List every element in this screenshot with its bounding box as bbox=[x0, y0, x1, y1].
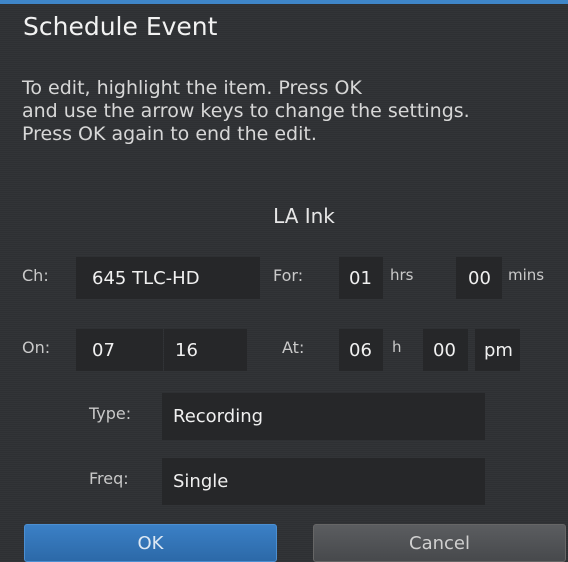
duration-hours-field[interactable]: 01 bbox=[339, 257, 383, 299]
schedule-event-dialog: Schedule Event To edit, highlight the it… bbox=[0, 4, 568, 562]
ok-button[interactable]: OK bbox=[24, 524, 277, 562]
minute-field[interactable]: 00 bbox=[423, 329, 468, 371]
type-field[interactable]: Recording bbox=[162, 393, 485, 440]
program-name: LA Ink bbox=[273, 204, 335, 228]
cancel-button-label: Cancel bbox=[409, 532, 470, 554]
ok-button-label: OK bbox=[137, 532, 164, 554]
duration-minutes-value: 00 bbox=[468, 267, 491, 289]
instruction-line: To edit, highlight the item. Press OK bbox=[22, 77, 362, 99]
cancel-button[interactable]: Cancel bbox=[313, 524, 566, 562]
minutes-unit: mins bbox=[508, 266, 545, 284]
for-label: For: bbox=[273, 266, 304, 285]
freq-field[interactable]: Single bbox=[162, 458, 485, 505]
on-label: On: bbox=[22, 338, 51, 357]
instruction-line: Press OK again to end the edit. bbox=[22, 123, 317, 145]
channel-field[interactable]: 645 TLC-HD bbox=[76, 257, 260, 299]
month-field[interactable]: 07 bbox=[76, 329, 163, 371]
month-value: 07 bbox=[92, 339, 115, 361]
freq-label: Freq: bbox=[89, 469, 129, 488]
type-value: Recording bbox=[173, 406, 264, 427]
duration-minutes-field[interactable]: 00 bbox=[456, 257, 502, 299]
instructions-text: To edit, highlight the item. Press OK an… bbox=[22, 77, 562, 146]
day-value: 16 bbox=[175, 339, 198, 361]
hour-unit: h bbox=[392, 338, 402, 356]
ampm-field[interactable]: pm bbox=[475, 329, 520, 371]
day-field[interactable]: 16 bbox=[164, 329, 247, 371]
hour-field[interactable]: 06 bbox=[339, 329, 383, 371]
type-label: Type: bbox=[89, 404, 132, 423]
duration-hours-value: 01 bbox=[349, 267, 372, 289]
at-label: At: bbox=[282, 338, 305, 357]
ampm-value: pm bbox=[484, 339, 513, 361]
channel-value: 645 TLC-HD bbox=[92, 267, 200, 289]
dialog-title: Schedule Event bbox=[23, 12, 218, 41]
channel-label: Ch: bbox=[22, 266, 49, 285]
instruction-line: and use the arrow keys to change the set… bbox=[22, 100, 470, 122]
hour-value: 06 bbox=[349, 339, 372, 361]
minute-value: 00 bbox=[433, 339, 456, 361]
hours-unit: hrs bbox=[390, 266, 414, 284]
freq-value: Single bbox=[173, 471, 229, 492]
